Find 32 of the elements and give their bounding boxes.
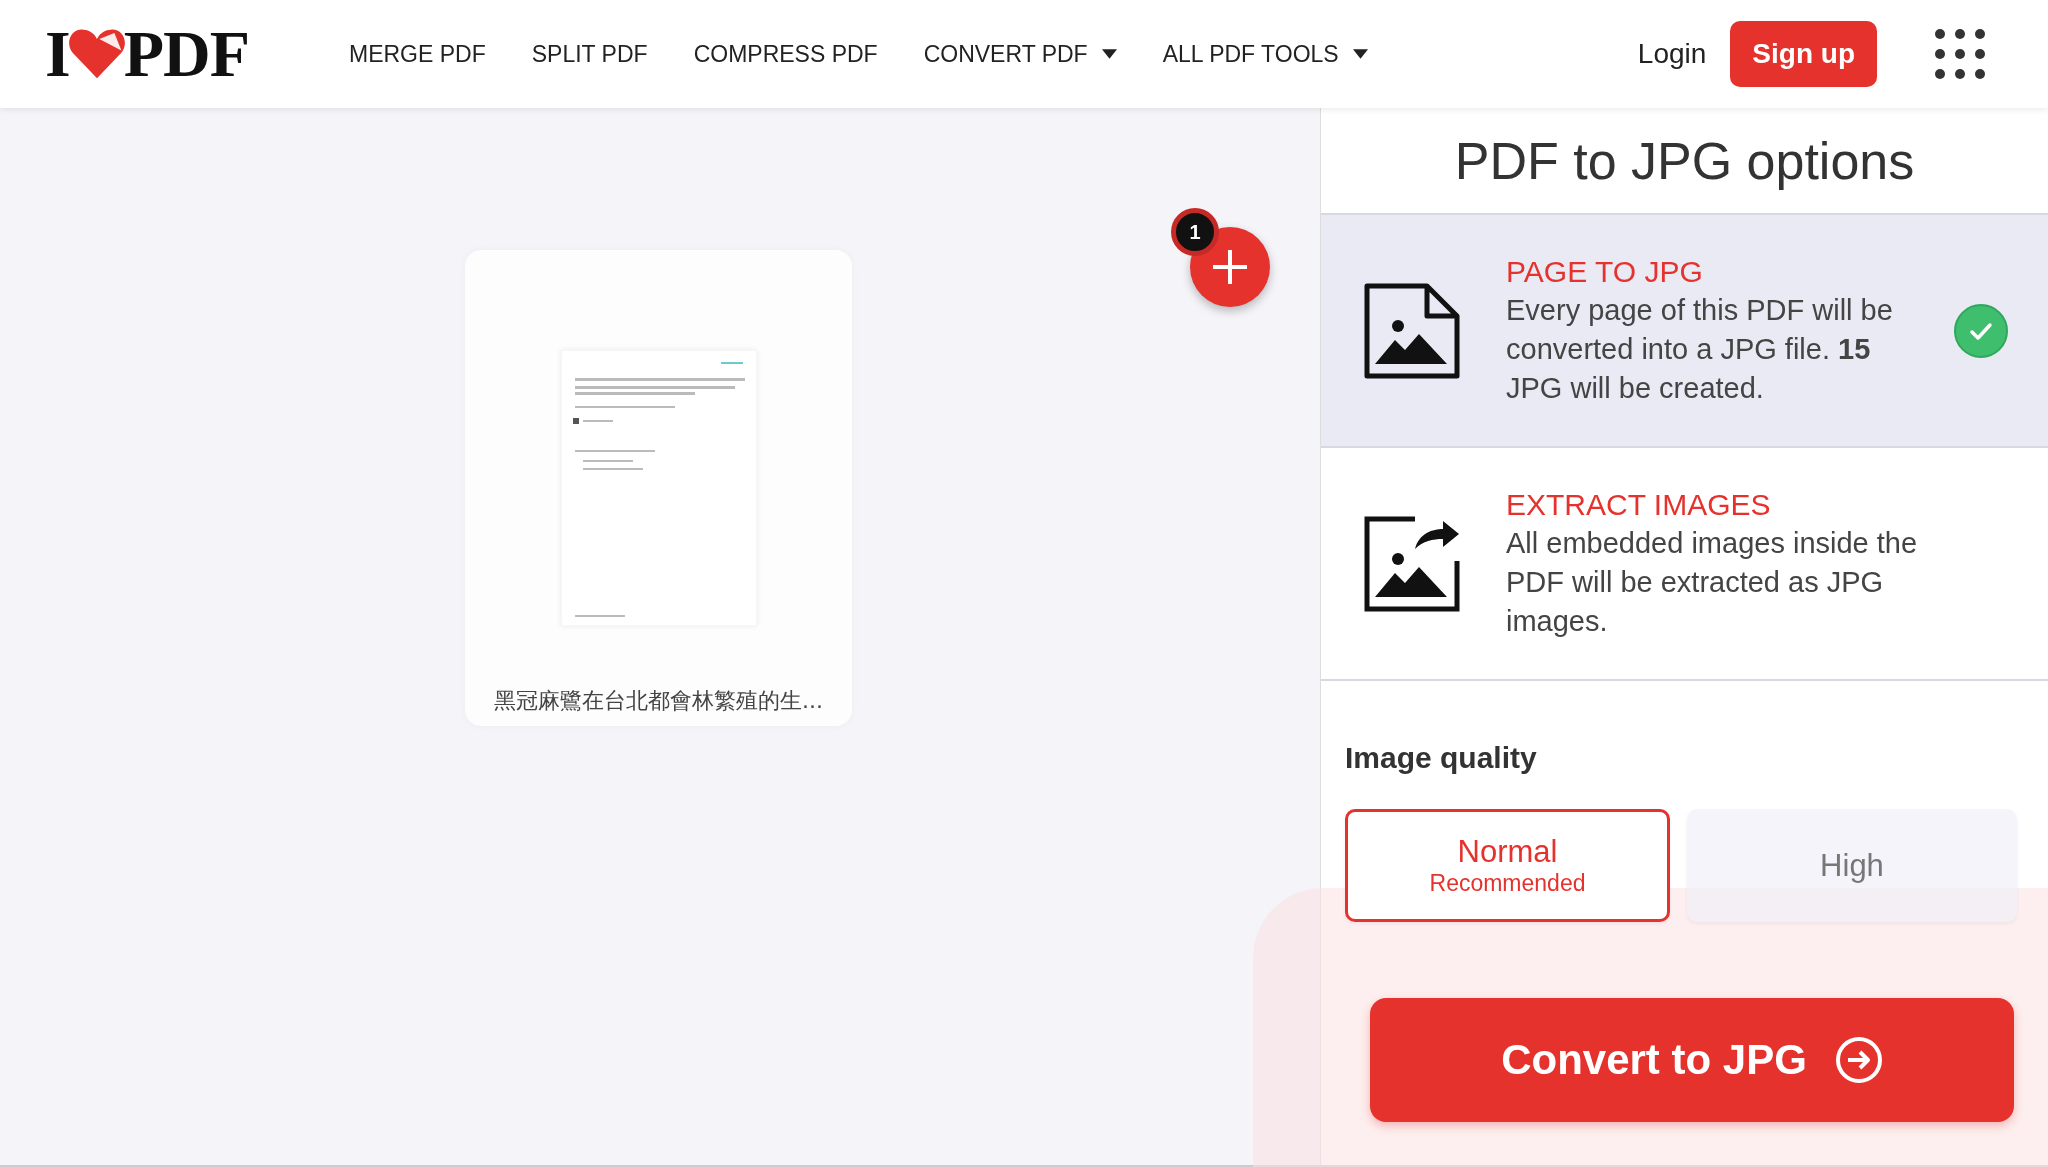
option-title: EXTRACT IMAGES <box>1506 487 1772 523</box>
file-count-badge: 1 <box>1171 208 1219 256</box>
conversion-option[interactable]: PAGE TO JPG Every page of this PDF will be converted into a JPG file. 15 JPG will be created. <box>1321 215 2048 448</box>
convert-button[interactable]: Convert to JPG <box>1370 998 2014 1122</box>
nav-link[interactable]: CONVERT PDF <box>923 40 1117 68</box>
caret-icon <box>1101 49 1117 59</box>
image-export-icon <box>1363 514 1461 613</box>
logo-text[interactable]: PDF <box>123 21 249 87</box>
nav-link[interactable]: SPLIT PDF <box>531 40 648 68</box>
caret-icon <box>1352 49 1368 59</box>
option-description: All embedded images inside the PDF will be extracted as JPG images. <box>1506 526 1919 639</box>
file-card[interactable]: 黑冠麻鷺在台北都會林繁殖的生... <box>465 250 852 726</box>
nav-link[interactable]: MERGE PDF <box>349 40 486 68</box>
check-icon <box>1953 302 2009 359</box>
signup-button[interactable]: Sign up <box>1730 21 1877 87</box>
image-quality-label: Image quality <box>1345 741 1538 775</box>
option-title: PAGE TO JPG <box>1506 254 1704 290</box>
file-name: 黑冠麻鷺在台北都會林繁殖的生... <box>494 687 823 715</box>
apps-grid-icon[interactable] <box>1935 29 1985 79</box>
conversion-option[interactable]: EXTRACT IMAGES All embedded images inside the PDF will be extracted as JPG images. <box>1321 448 2048 681</box>
add-file-button[interactable] <box>1190 227 1270 307</box>
nav-link[interactable]: COMPRESS PDF <box>693 40 878 68</box>
option-description: Every page of this PDF will be converted into a JPG file. 15 JPG will be created. <box>1506 293 1894 406</box>
quality-option[interactable]: Normal Recommended <box>1345 809 1670 922</box>
heart-icon <box>67 27 126 81</box>
logo-text[interactable]: I <box>45 21 70 87</box>
quality-option[interactable]: High <box>1687 809 2017 922</box>
login-link[interactable]: Login <box>1637 38 1707 70</box>
plus-icon <box>1210 247 1250 287</box>
arrow-circle-icon <box>1834 1036 1883 1084</box>
image-file-icon <box>1363 281 1461 380</box>
nav-link[interactable]: ALL PDF TOOLS <box>1162 40 1368 68</box>
